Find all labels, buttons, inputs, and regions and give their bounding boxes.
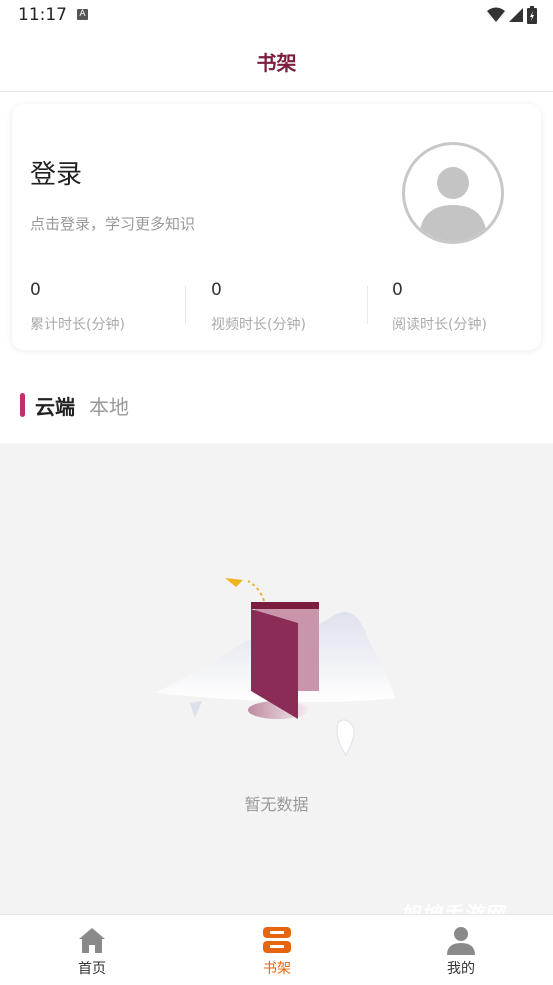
nav-home[interactable]: 首页 <box>32 923 152 978</box>
login-subtitle: 点击登录，学习更多知识 <box>30 215 196 233</box>
bottom-nav: 首页 书架 我的 <box>0 914 553 985</box>
nav-profile[interactable]: 我的 <box>401 923 521 978</box>
default-avatar-icon <box>419 167 487 241</box>
empty-state-text: 暂无数据 <box>244 795 309 814</box>
stat-video-value: 0 <box>211 280 222 300</box>
stat-video-label: 视频时长(分钟) <box>211 317 306 333</box>
stat-reading-value: 0 <box>392 280 403 300</box>
user-icon <box>447 927 475 955</box>
battery-icon <box>527 6 537 24</box>
stat-divider <box>185 286 186 324</box>
page-title: 书架 <box>256 51 297 75</box>
source-tabs: 云端 本地 <box>20 390 129 420</box>
empty-book-illustration <box>155 578 395 756</box>
status-time: 11:17 <box>18 5 67 25</box>
signal-icon <box>509 8 523 22</box>
stat-divider <box>367 286 368 324</box>
profile-card[interactable]: 登录 点击登录，学习更多知识 0 累计时长(分钟) 0 视频时长(分钟) 0 阅… <box>12 104 541 350</box>
bookshelf-icon <box>263 927 291 953</box>
nav-profile-label: 我的 <box>447 961 475 977</box>
stat-reading: 0 阅读时长(分钟) <box>392 280 553 334</box>
nav-home-label: 首页 <box>78 961 106 977</box>
stat-total-value: 0 <box>30 280 41 300</box>
tab-cloud[interactable]: 云端 <box>35 391 75 420</box>
tab-indicator <box>20 393 25 417</box>
nav-bookshelf[interactable]: 书架 <box>217 923 337 978</box>
wifi-icon <box>487 7 505 22</box>
avatar[interactable] <box>402 142 504 244</box>
home-icon <box>79 928 105 953</box>
stat-reading-label: 阅读时长(分钟) <box>392 317 487 333</box>
stats-row: 0 累计时长(分钟) 0 视频时长(分钟) 0 阅读时长(分钟) <box>12 280 541 340</box>
login-title[interactable]: 登录 <box>30 154 82 191</box>
tab-local[interactable]: 本地 <box>89 391 129 420</box>
bookshelf-content: 暂无数据 <box>0 443 553 914</box>
nav-bookshelf-label: 书架 <box>263 961 291 977</box>
status-bar: 11:17 A <box>0 0 553 32</box>
status-icons <box>487 6 537 24</box>
app-header: 书架 <box>0 32 553 92</box>
stat-total: 0 累计时长(分钟) <box>30 280 200 334</box>
notification-icon: A <box>77 9 88 20</box>
stat-video: 0 视频时长(分钟) <box>211 280 381 334</box>
stat-total-label: 累计时长(分钟) <box>30 317 125 333</box>
